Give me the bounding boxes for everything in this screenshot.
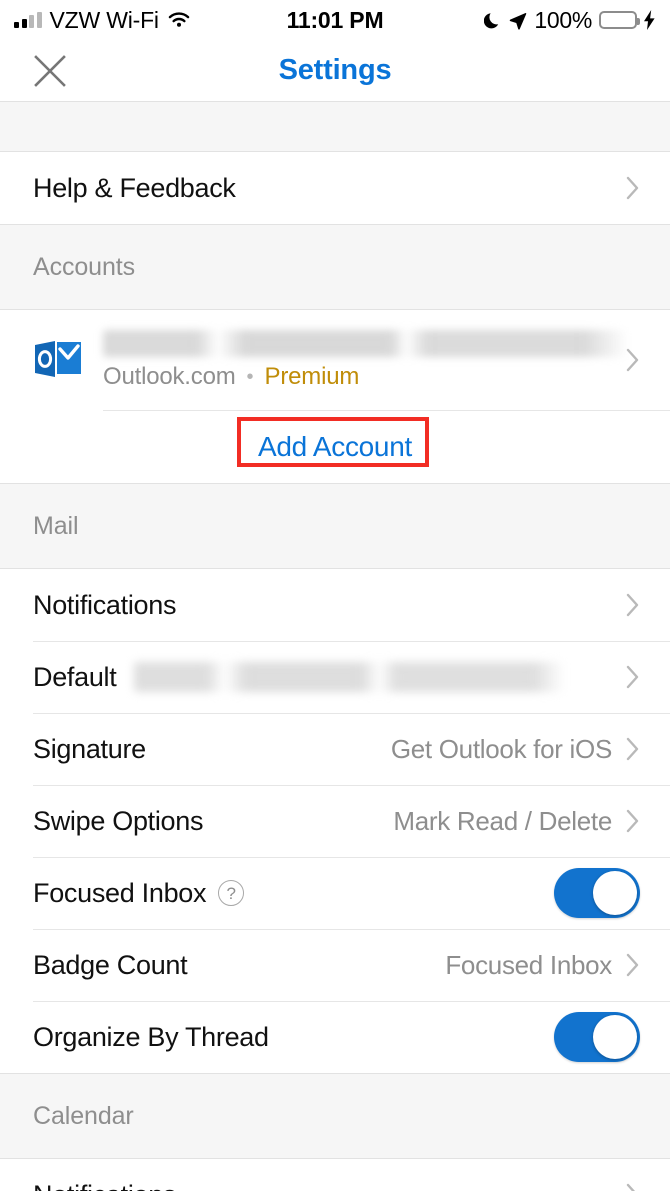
row-mail-focused-inbox[interactable]: Focused Inbox ? [0,857,670,929]
row-value: Focused Inbox [445,949,612,980]
organize-by-thread-toggle[interactable] [554,1012,640,1062]
section-header-calendar: Calendar [0,1073,670,1159]
carrier-label: VZW Wi-Fi [49,6,160,33]
add-account-button[interactable]: Add Account [246,425,424,469]
chevron-right-icon [626,1183,640,1191]
row-mail-swipe-options[interactable]: Swipe Options Mark Read / Delete [0,785,670,857]
account-provider-label: Outlook.com [103,362,236,390]
row-mail-notifications[interactable]: Notifications [0,569,670,641]
chevron-right-icon [626,737,640,761]
signal-bars-icon [14,12,42,28]
moon-icon [484,11,501,30]
clock-label: 11:01 PM [286,6,384,33]
battery-percent-label: 100% [534,6,592,33]
wifi-icon [167,11,191,29]
account-email-redacted [103,329,626,357]
row-label: Focused Inbox [33,877,207,908]
row-label: Notifications [33,589,177,620]
account-plan-badge: Premium [264,362,360,390]
row-mail-badge-count[interactable]: Badge Count Focused Inbox [0,929,670,1001]
charging-bolt-icon [643,10,656,30]
status-bar: VZW Wi-Fi 11:01 PM 100% [0,0,670,40]
row-value: Get Outlook for iOS [390,733,612,764]
default-account-redacted [134,662,565,692]
close-icon[interactable] [30,51,70,91]
row-mail-signature[interactable]: Signature Get Outlook for iOS [0,713,670,785]
row-label: Notifications [33,1180,176,1191]
page-title: Settings [278,54,392,86]
settings-screen: VZW Wi-Fi 11:01 PM 100% Settings Help & … [0,0,670,1191]
chevron-right-icon [626,809,640,833]
chevron-right-icon [626,348,640,372]
section-header-accounts: Accounts [0,224,670,310]
location-arrow-icon [508,11,527,30]
status-bar-right: 100% [484,7,656,34]
row-value: Mark Read / Delete [393,805,612,836]
top-section-spacer [0,101,670,152]
account-subtitle: Outlook.com • Premium [103,363,626,391]
section-header-label: Mail [33,511,79,540]
row-mail-organize-by-thread[interactable]: Organize By Thread [0,1001,670,1073]
account-details: Outlook.com • Premium [103,329,626,391]
row-label: Help & Feedback [33,172,236,203]
status-bar-left: VZW Wi-Fi [14,6,191,33]
row-label: Swipe Options [33,805,204,836]
outlook-logo-icon [33,337,85,383]
section-header-mail: Mail [0,483,670,569]
row-help-and-feedback[interactable]: Help & Feedback [0,152,670,224]
battery-icon [599,11,640,29]
chevron-right-icon [626,665,640,689]
row-account[interactable]: Outlook.com • Premium [0,310,670,410]
nav-bar: Settings [0,40,670,101]
section-header-label: Accounts [33,252,136,281]
row-label: Default [33,661,117,692]
help-question-icon[interactable]: ? [218,880,245,906]
row-mail-default[interactable]: Default [0,641,670,713]
chevron-right-icon [626,593,640,617]
row-add-account[interactable]: Add Account [0,410,670,483]
row-label: Badge Count [33,949,188,980]
section-header-label: Calendar [33,1101,134,1130]
row-calendar-notifications[interactable]: Notifications [0,1159,670,1191]
row-label: Organize By Thread [33,1021,269,1052]
chevron-right-icon [626,176,640,200]
chevron-right-icon [626,953,640,977]
focused-inbox-toggle[interactable] [554,868,640,918]
row-label: Signature [33,733,146,764]
separator-dot: • [246,365,254,388]
